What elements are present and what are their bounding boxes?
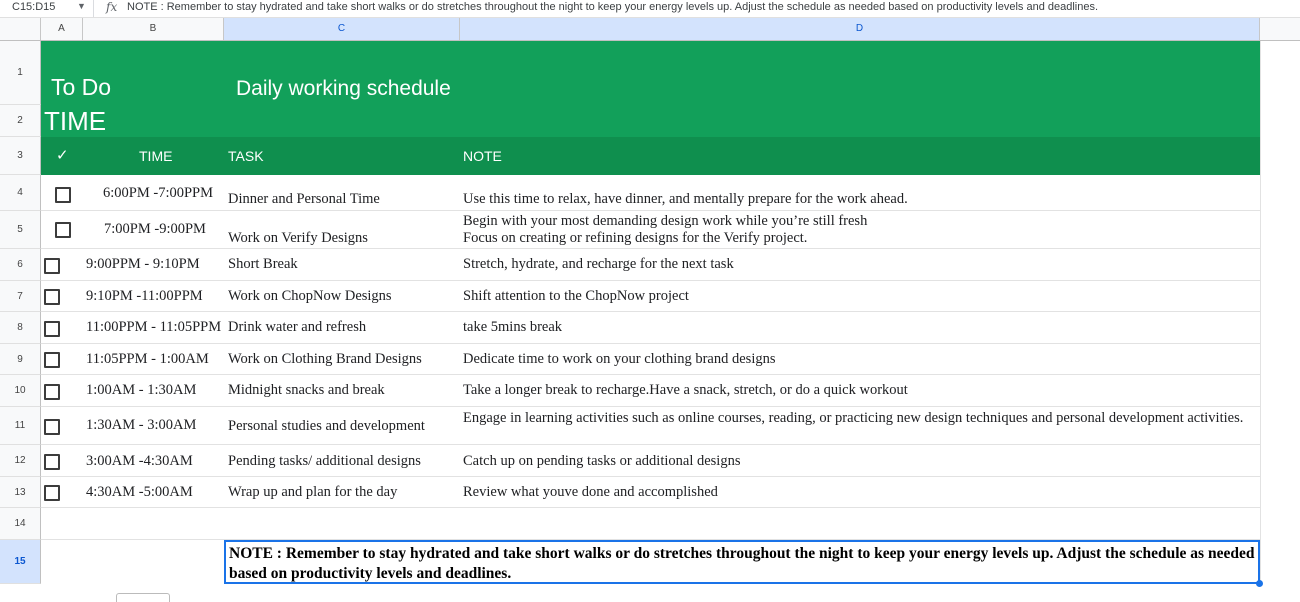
note-cell[interactable]: Review what youve done and accomplished [463, 484, 718, 501]
time-cell[interactable]: 1:30AM - 3:00AM [86, 417, 196, 434]
column-header-a[interactable]: A [41, 18, 83, 40]
checkbox[interactable] [55, 187, 71, 203]
formula-input[interactable]: NOTE : Remember to stay hydrated and tak… [127, 1, 1098, 13]
table-row: 3:00AM -4:30AM Pending tasks/ additional… [41, 445, 1260, 477]
row-header-6[interactable]: 6 [0, 249, 41, 281]
row-header-3[interactable]: 3 [0, 137, 41, 175]
task-cell[interactable]: Short Break [228, 256, 298, 273]
fx-icon: fx [106, 0, 118, 14]
time-cell[interactable]: 9:10PM -11:00PPM [86, 288, 203, 305]
note-cell-line1[interactable]: Begin with your most demanding design wo… [463, 213, 867, 230]
table-row: 1:00AM - 1:30AM Midnight snacks and brea… [41, 375, 1260, 407]
table-header-row [41, 137, 1260, 175]
check-mark-icon: ✓ [56, 147, 69, 164]
note-cell[interactable]: Take a longer break to recharge.Have a s… [463, 382, 908, 399]
time-cell[interactable]: 4:30AM -5:00AM [86, 484, 193, 501]
row-header-2[interactable]: 2 [0, 105, 41, 137]
checkbox[interactable] [44, 454, 60, 470]
table-row: 11:00PPM - 11:05PPM Drink water and refr… [41, 312, 1260, 344]
selection-handle[interactable] [1256, 580, 1263, 587]
column-header-c[interactable]: C [224, 18, 460, 40]
gridline [1260, 41, 1261, 585]
row-header-12[interactable]: 12 [0, 445, 41, 477]
note-cell[interactable]: Shift attention to the ChopNow project [463, 288, 689, 305]
task-cell[interactable]: Work on Verify Designs [228, 230, 368, 247]
checkbox[interactable] [44, 352, 60, 368]
table-row: 6:00PM -7:00PPM Dinner and Personal Time… [41, 175, 1260, 211]
checkbox[interactable] [44, 321, 60, 337]
column-label-time: TIME [139, 148, 173, 164]
row-header-9[interactable]: 9 [0, 344, 41, 375]
table-row: 9:00PPM - 9:10PM Short Break Stretch, hy… [41, 249, 1260, 281]
task-cell[interactable]: Work on ChopNow Designs [228, 288, 392, 305]
time-cell[interactable]: 6:00PM -7:00PPM [103, 185, 213, 202]
task-cell[interactable]: Pending tasks/ additional designs [228, 453, 421, 470]
row-header-5[interactable]: 5 [0, 211, 41, 249]
column-header-b[interactable]: B [83, 18, 224, 40]
note-cell[interactable]: take 5mins break [463, 319, 562, 336]
task-cell[interactable]: Dinner and Personal Time [228, 191, 380, 208]
chevron-down-icon[interactable]: ▼ [77, 1, 86, 11]
row-header-15[interactable]: 15 [0, 540, 41, 584]
time-cell[interactable]: 9:00PPM - 9:10PM [86, 256, 200, 273]
table-row: 1:30AM - 3:00AM Personal studies and dev… [41, 407, 1260, 445]
column-label-note: NOTE [463, 148, 502, 164]
page-title: Daily working schedule [236, 77, 451, 100]
table-row: 7:00PM -9:00PM Work on Verify Designs Be… [41, 211, 1260, 249]
note-cell[interactable]: Dedicate time to work on your clothing b… [463, 351, 776, 368]
task-cell[interactable]: Drink water and refresh [228, 319, 366, 336]
row-header-1[interactable]: 1 [0, 41, 41, 105]
table-row-empty [41, 508, 1260, 540]
checkbox[interactable] [44, 384, 60, 400]
note-merged-cell[interactable]: NOTE : Remember to stay hydrated and tak… [224, 540, 1260, 584]
note-cell[interactable]: Engage in learning activities such as on… [463, 410, 1243, 427]
name-box[interactable]: C15:D15 [12, 1, 72, 13]
checkbox[interactable] [44, 258, 60, 274]
row-header-11[interactable]: 11 [0, 407, 41, 445]
row-header-8[interactable]: 8 [0, 312, 41, 344]
time-cell[interactable]: 7:00PM -9:00PM [104, 221, 206, 238]
table-row: 9:10PM -11:00PPM Work on ChopNow Designs… [41, 281, 1260, 312]
sheet-tab[interactable] [116, 593, 170, 602]
time-cell[interactable]: 11:05PPM - 1:00AM [86, 351, 209, 368]
note-cell-line2[interactable]: Focus on creating or refining designs fo… [463, 230, 807, 247]
note-cell[interactable]: Stretch, hydrate, and recharge for the n… [463, 256, 734, 273]
checkbox[interactable] [44, 289, 60, 305]
time-big-label: TIME [44, 106, 107, 136]
checkbox[interactable] [44, 419, 60, 435]
task-cell[interactable]: Midnight snacks and break [228, 382, 385, 399]
column-header-d[interactable]: D [460, 18, 1260, 40]
divider [93, 0, 94, 17]
column-label-task: TASK [228, 148, 264, 164]
to-do-label: To Do [51, 74, 112, 100]
table-row: 11:05PPM - 1:00AM Work on Clothing Brand… [41, 344, 1260, 375]
time-cell[interactable]: 1:00AM - 1:30AM [86, 382, 196, 399]
select-all-corner[interactable] [0, 18, 41, 40]
row-header-4[interactable]: 4 [0, 175, 41, 211]
task-cell[interactable]: Wrap up and plan for the day [228, 484, 397, 501]
title-banner [41, 41, 1260, 137]
row-header-10[interactable]: 10 [0, 375, 41, 407]
task-cell[interactable]: Work on Clothing Brand Designs [228, 351, 422, 368]
table-row: 4:30AM -5:00AM Wrap up and plan for the … [41, 477, 1260, 508]
note-cell[interactable]: Catch up on pending tasks or additional … [463, 453, 740, 470]
checkbox[interactable] [44, 485, 60, 501]
note-cell[interactable]: Use this time to relax, have dinner, and… [463, 191, 908, 208]
checkbox[interactable] [55, 222, 71, 238]
time-cell[interactable]: 11:00PPM - 11:05PPM [86, 319, 221, 336]
column-header-row: A B C D [0, 18, 1300, 41]
row-header-7[interactable]: 7 [0, 281, 41, 312]
task-cell[interactable]: Personal studies and development [228, 418, 425, 435]
time-cell[interactable]: 3:00AM -4:30AM [86, 453, 193, 470]
row-header-14[interactable]: 14 [0, 508, 41, 540]
row-header-13[interactable]: 13 [0, 477, 41, 508]
formula-bar: C15:D15 ▼ fx NOTE : Remember to stay hyd… [0, 0, 1300, 18]
